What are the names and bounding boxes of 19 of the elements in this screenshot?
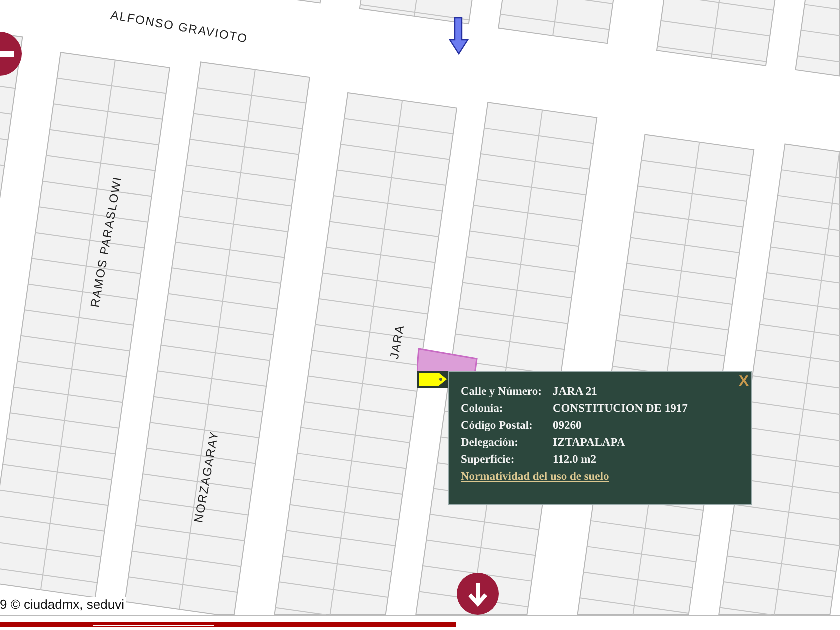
street-label: JARA: [387, 324, 408, 360]
map[interactable]: [0, 0, 840, 616]
map-attribution: 9 © ciudadmx, seduvi: [0, 597, 126, 612]
street-label: ALFONSO GRAVIOTO: [110, 8, 250, 46]
down-arrow-circle-icon[interactable]: [457, 573, 499, 615]
down-arrow-icon[interactable]: [449, 16, 469, 56]
field-value: CONSTITUCION DE 1917: [553, 403, 688, 415]
field-label: Calle y Número:: [461, 386, 543, 398]
field-label: Superficie:: [461, 454, 516, 466]
field-label: Delegación:: [461, 437, 520, 449]
field-value: 112.0 m2: [553, 454, 598, 466]
field-value: JARA 21: [553, 386, 598, 398]
land-use-link[interactable]: Normatividad del uso de suelo: [461, 471, 610, 483]
close-button[interactable]: X: [736, 373, 751, 390]
field-label: Código Postal:: [461, 420, 534, 432]
tag-icon: [417, 371, 449, 388]
field-value: 09260: [553, 420, 583, 432]
field-label: Colonia:: [461, 403, 504, 415]
field-value: IZTAPALAPA: [553, 437, 626, 449]
